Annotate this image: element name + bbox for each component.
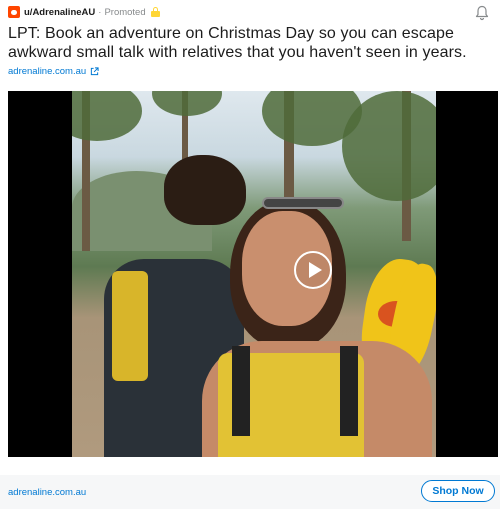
shop-now-button[interactable]: Shop Now xyxy=(421,480,495,502)
domain-link[interactable]: adrenaline.com.au xyxy=(8,66,86,77)
video-player[interactable] xyxy=(8,91,498,457)
lock-icon xyxy=(150,7,160,17)
video-thumbnail xyxy=(72,91,436,457)
domain-link-row[interactable]: adrenaline.com.au xyxy=(8,66,99,77)
ad-footer: adrenaline.com.au Shop Now xyxy=(0,475,500,509)
bell-icon[interactable] xyxy=(475,5,489,21)
external-link-icon[interactable] xyxy=(90,67,99,76)
footer-domain-link[interactable]: adrenaline.com.au xyxy=(8,487,86,498)
author-username[interactable]: u/AdrenalineAU xyxy=(24,7,95,18)
promoted-label: Promoted xyxy=(104,6,146,18)
reddit-avatar-icon[interactable] xyxy=(8,6,20,18)
play-button[interactable] xyxy=(294,251,332,289)
post-header: u/AdrenalineAU · Promoted xyxy=(8,5,492,21)
separator-dot: · xyxy=(98,6,102,18)
play-icon xyxy=(308,262,322,278)
post-title[interactable]: LPT: Book an adventure on Christmas Day … xyxy=(8,24,494,62)
